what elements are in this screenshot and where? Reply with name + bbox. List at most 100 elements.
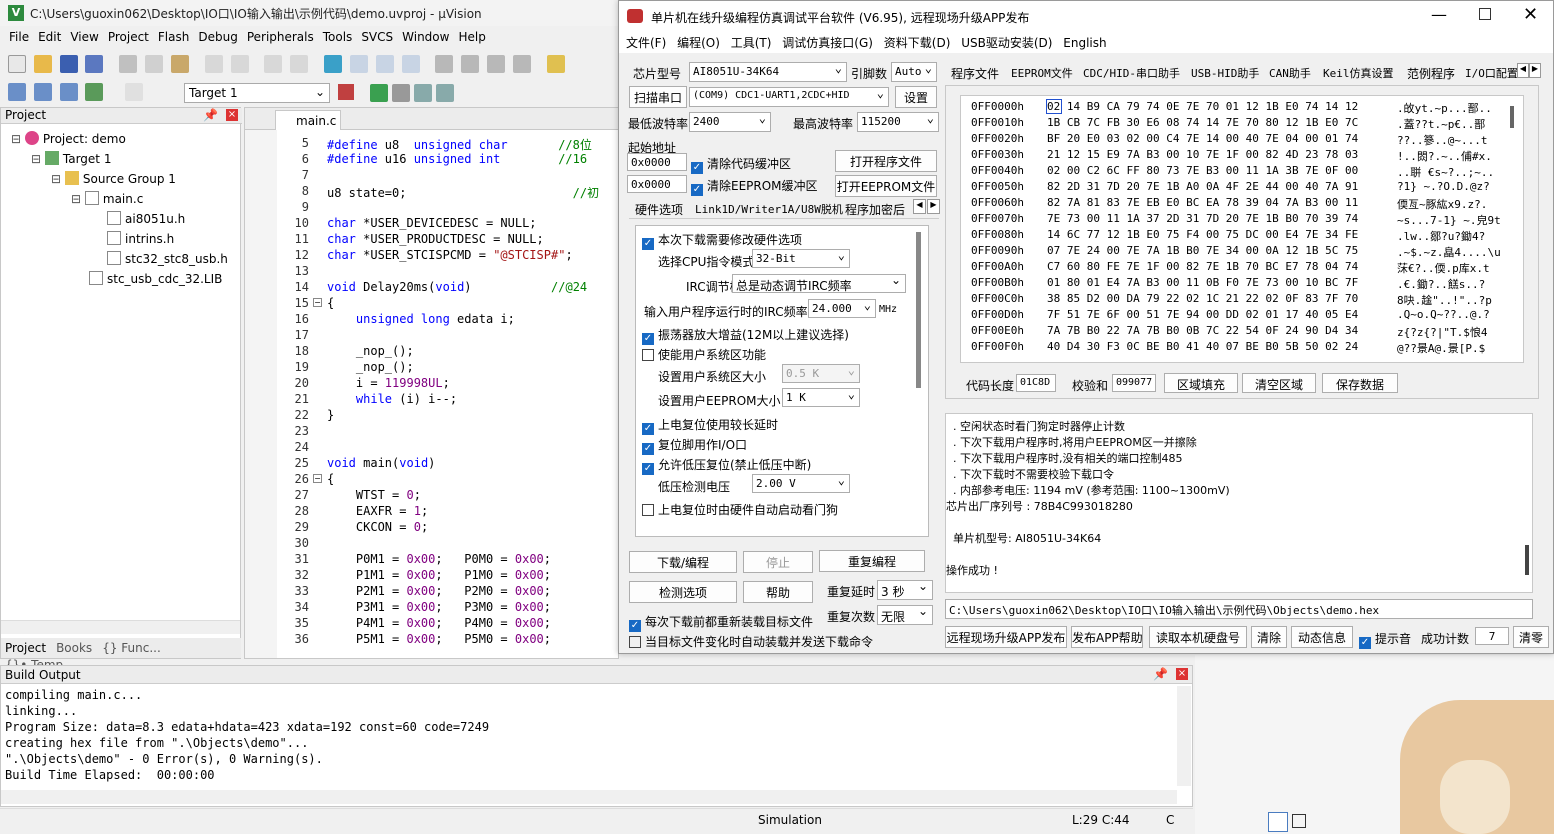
reload-before-download-checkbox[interactable]: ✓ 每次下载前都重新装载目标文件 <box>629 613 813 632</box>
comment-icon[interactable] <box>487 55 506 73</box>
menu-debug[interactable]: Debug <box>189 28 237 44</box>
cut-icon[interactable] <box>119 55 138 73</box>
scan-port-button[interactable]: 扫描串口 <box>629 86 687 108</box>
chip-model-select[interactable]: AI8051U-34K64 <box>689 62 847 82</box>
tab-books[interactable]: Books <box>56 641 92 655</box>
repeat-program-button[interactable]: 重复编程 <box>819 550 925 572</box>
stop-button[interactable]: 停止 <box>743 551 813 573</box>
osc-gain-checkbox[interactable]: ✓ 振荡器放大增益(12M以上建议选择) <box>642 326 849 345</box>
nav-back-icon[interactable] <box>264 55 283 73</box>
menu-peripherals[interactable]: Peripherals <box>238 28 314 44</box>
menu-file[interactable]: File <box>0 28 29 44</box>
hex-bytes[interactable]: 38 85 D2 00 DA 79 22 02 1C 21 22 02 0F 8… <box>1047 292 1358 305</box>
bookmark-clear-icon[interactable] <box>401 55 420 73</box>
tab-hardware-options[interactable]: 硬件选项 <box>635 201 683 218</box>
tab-keil-debug-settings[interactable]: Keil仿真设置 <box>1323 65 1394 81</box>
menu-file[interactable]: 文件(F) <box>619 31 666 51</box>
tree-target[interactable]: ⊟ Target 1 <box>31 151 111 166</box>
hex-scrollbar-thumb[interactable] <box>1510 106 1514 128</box>
hex-bytes[interactable]: 7F 51 7E 6F 00 51 7E 94 00 DD 02 01 17 4… <box>1047 308 1358 321</box>
por-delay-checkbox[interactable]: ✓ 上电复位使用较长延时 <box>642 416 778 435</box>
paste-icon[interactable] <box>170 55 189 73</box>
tree-main-c[interactable]: ⊟ main.c <box>71 191 143 206</box>
eeprom-start-address-input[interactable]: 0x0000 <box>627 175 687 193</box>
save-data-button[interactable]: 保存数据 <box>1322 373 1398 393</box>
auto-watchdog-checkbox[interactable]: 上电复位时由硬件自动启动看门狗 <box>642 501 838 518</box>
tree-ai8051u-h[interactable]: ai8051u.h <box>107 211 185 226</box>
irc-mode-select[interactable]: 总是动态调节IRC频率 <box>732 274 906 293</box>
open-program-file-button[interactable]: 打开程序文件 <box>835 150 937 172</box>
menu-usb-driver[interactable]: USB驱动安装(D) <box>954 31 1052 51</box>
max-baud-select[interactable]: 115200 <box>857 112 939 132</box>
pin-icon[interactable]: 📌 <box>1153 667 1168 681</box>
target-options-icon[interactable] <box>338 84 354 100</box>
bookmark-prev-icon[interactable] <box>349 55 368 73</box>
tab-functions[interactable]: {} Func... <box>102 641 161 655</box>
file-extensions-icon[interactable] <box>392 84 410 102</box>
hex-bytes[interactable]: 01 80 01 E4 7A B3 00 11 0B F0 7E 73 00 1… <box>1047 276 1358 289</box>
tab-main-c[interactable]: main.c <box>275 110 341 130</box>
menu-project[interactable]: Project <box>99 28 149 44</box>
hex-bytes[interactable]: 82 7A 81 83 7E EB E0 BC EA 78 39 04 7A B… <box>1047 196 1358 209</box>
irc-frequency-input[interactable]: 24.000 <box>808 299 876 318</box>
hex-bytes[interactable]: 7A 7B B0 22 7A 7B B0 0B 7C 22 54 0F 24 9… <box>1047 324 1358 337</box>
hex-bytes[interactable]: 21 12 15 E9 7A B3 00 10 7E 1F 00 82 4D 2… <box>1047 148 1358 161</box>
open-eeprom-file-button[interactable]: 打开EEPROM文件 <box>835 175 937 197</box>
tab-project[interactable]: Project <box>5 641 46 655</box>
translate-icon[interactable] <box>8 83 26 101</box>
tree-source-group[interactable]: ⊟ Source Group 1 <box>51 171 176 186</box>
menu-view[interactable]: View <box>61 28 98 44</box>
menu-program[interactable]: 编程(O) <box>670 31 720 51</box>
download-program-button[interactable]: 下载/编程 <box>629 551 737 573</box>
menu-window[interactable]: Window <box>393 28 449 44</box>
bookmark-next-icon[interactable] <box>375 55 394 73</box>
bookmark-icon[interactable] <box>324 55 343 73</box>
check-options-button[interactable]: 检测选项 <box>629 581 737 603</box>
hex-bytes[interactable]: BF 20 E0 03 02 00 C4 7E 14 00 40 7E 04 0… <box>1047 132 1358 145</box>
tab-io-config[interactable]: I/O口配置 <box>1465 65 1517 81</box>
system-area-size-select[interactable]: 0.5 K <box>782 364 860 383</box>
fold-toggle-icon[interactable]: − <box>313 298 322 307</box>
tab-usb-hid-assistant[interactable]: USB-HID助手 <box>1191 65 1259 81</box>
tab-example-programs[interactable]: 范例程序 <box>1407 65 1455 82</box>
remote-upgrade-publish-button[interactable]: 远程现场升级APP发布 <box>945 626 1067 648</box>
hex-bytes[interactable]: 7E 73 00 11 1A 37 2D 31 7D 20 7E 1B B0 7… <box>1047 212 1358 225</box>
hex-bytes[interactable]: 40 D4 30 F3 0C BE B0 41 40 07 BE B0 5B 5… <box>1047 340 1358 353</box>
clear-code-buffer-checkbox[interactable]: ✓ 清除代码缓冲区 <box>691 155 791 174</box>
save-all-icon[interactable] <box>85 55 104 73</box>
pin-icon[interactable]: 📌 <box>203 108 218 122</box>
hex-bytes[interactable]: 14 6C 77 12 1B E0 75 F4 00 75 DC 00 E4 7… <box>1047 228 1358 241</box>
dynamic-info-button[interactable]: 动态信息 <box>1291 626 1353 648</box>
hex-bytes[interactable]: C7 60 80 FE 7E 1F 00 82 7E 1B 70 BC E7 7… <box>1047 260 1358 273</box>
auto-send-on-change-checkbox[interactable]: 当目标文件变化时自动装载并发送下载命令 <box>629 633 873 650</box>
repeat-delay-select[interactable]: 3 秒 <box>877 580 933 600</box>
tree-stc32-usb-h[interactable]: stc32_stc8_usb.h <box>107 251 228 266</box>
code-start-address-input[interactable]: 0x0000 <box>627 153 687 171</box>
reset-count-button[interactable]: 清零 <box>1513 626 1549 648</box>
help-button[interactable]: 帮助 <box>743 581 813 603</box>
clear-eeprom-buffer-checkbox[interactable]: ✓ 清除EEPROM缓冲区 <box>691 177 818 196</box>
new-file-icon[interactable] <box>8 55 26 73</box>
view-list-icon[interactable] <box>1268 812 1288 832</box>
port-settings-button[interactable]: 设置 <box>895 86 937 108</box>
indent-icon[interactable] <box>435 55 454 73</box>
clear-log-button[interactable]: 清除 <box>1251 626 1287 648</box>
menu-tools[interactable]: Tools <box>314 28 353 44</box>
tab-serial-assistant[interactable]: CDC/HID-串口助手 <box>1083 65 1180 81</box>
low-voltage-select[interactable]: 2.00 V <box>752 474 850 493</box>
tab-eeprom-file[interactable]: EEPROM文件 <box>1011 65 1073 81</box>
repeat-count-select[interactable]: 无限 <box>877 605 933 625</box>
menu-flash[interactable]: Flash <box>149 28 189 44</box>
code-editor[interactable]: main.c 5 #define u8 unsigned char //8位 6 #d… <box>244 107 619 659</box>
menu-english[interactable]: English <box>1056 33 1106 50</box>
menu-debug-interface[interactable]: 调试仿真接口(G) <box>775 31 873 51</box>
minimize-icon[interactable]: — <box>1431 5 1447 24</box>
open-folder-icon[interactable] <box>33 55 52 73</box>
menu-edit[interactable]: Edit <box>29 28 61 44</box>
publish-app-help-button[interactable]: 发布APP帮助 <box>1071 626 1143 648</box>
vertical-scrollbar[interactable] <box>1177 686 1191 786</box>
hex-bytes[interactable]: 07 7E 24 00 7E 7A 1B B0 7E 34 00 0A 12 1… <box>1047 244 1358 257</box>
tab-program-encryption[interactable]: 程序加密后 <box>845 201 905 218</box>
save-icon[interactable] <box>59 55 78 73</box>
fill-area-button[interactable]: 区域填充 <box>1164 373 1238 393</box>
